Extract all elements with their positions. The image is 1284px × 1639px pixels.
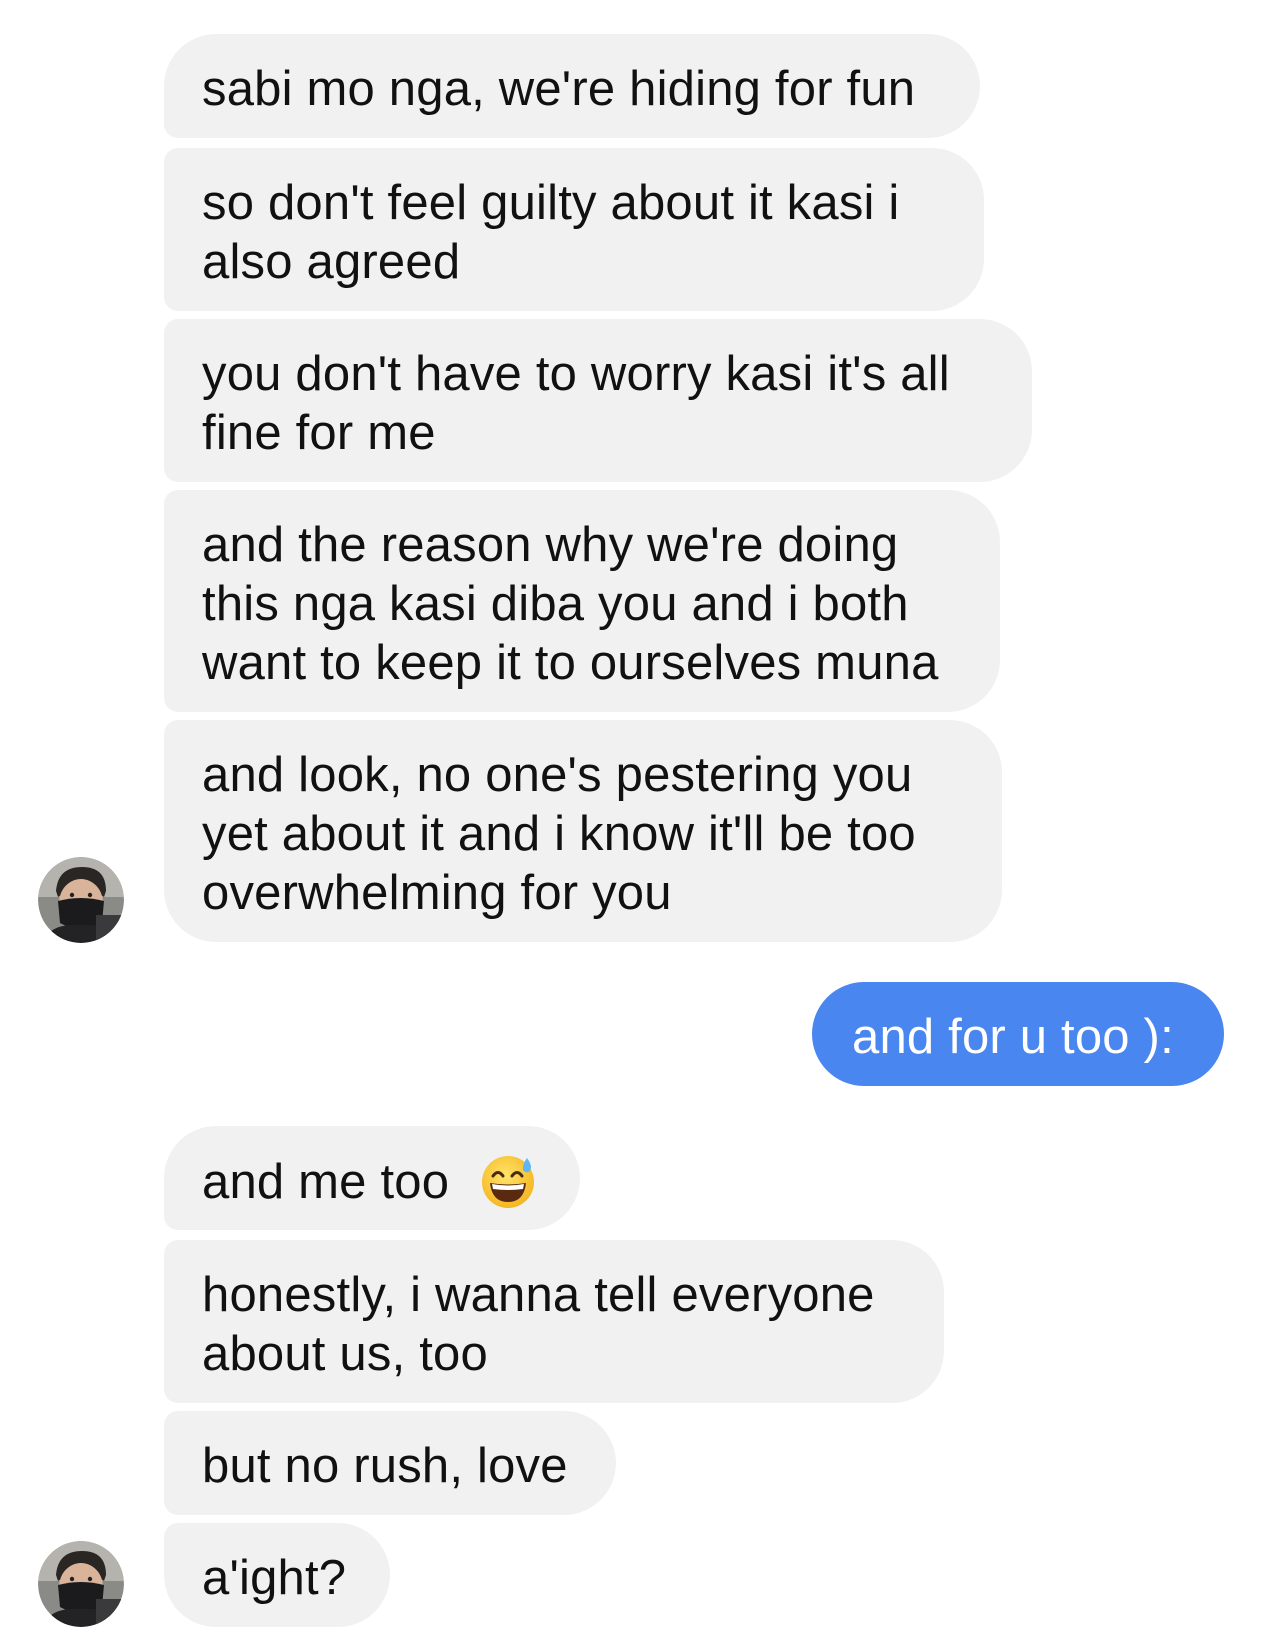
message-bubble[interactable]: and me too <box>164 1126 580 1230</box>
message-text: and me too <box>202 1155 450 1209</box>
message-bubble[interactable]: you don't have to worry kasi it's all fi… <box>164 319 1032 482</box>
message-bubble[interactable]: sabi mo nga, we're hiding for fun <box>164 34 980 138</box>
message-bubble[interactable]: and look, no one's pestering you yet abo… <box>164 720 1002 942</box>
message-bubble[interactable]: so don't feel guilty about it kasi i als… <box>164 148 984 311</box>
message-text: and look, no one's pestering you yet abo… <box>202 748 916 920</box>
message-bubble[interactable]: and the reason why we're doing this nga … <box>164 490 1000 712</box>
message-bubble[interactable]: a'ight? <box>164 1523 390 1627</box>
message-text: a'ight? <box>202 1551 347 1605</box>
message-text: you don't have to worry kasi it's all fi… <box>202 347 950 460</box>
message-bubble[interactable]: honestly, i wanna tell everyone about us… <box>164 1240 944 1403</box>
contact-photo <box>38 1541 124 1627</box>
message-text: and the reason why we're doing this nga … <box>202 518 939 690</box>
contact-photo <box>38 857 124 943</box>
grinning-face-with-sweat-icon <box>479 1152 537 1210</box>
message-bubble[interactable]: but no rush, love <box>164 1411 616 1515</box>
message-text: but no rush, love <box>202 1439 568 1493</box>
message-text: honestly, i wanna tell everyone about us… <box>202 1268 875 1381</box>
message-bubble-outgoing[interactable]: and for u too ): <box>812 982 1224 1086</box>
message-text: sabi mo nga, we're hiding for fun <box>202 62 916 116</box>
contact-avatar[interactable] <box>38 1541 124 1627</box>
contact-avatar[interactable] <box>38 857 124 943</box>
message-text: so don't feel guilty about it kasi i als… <box>202 176 900 289</box>
message-text: and for u too ): <box>852 1010 1174 1064</box>
